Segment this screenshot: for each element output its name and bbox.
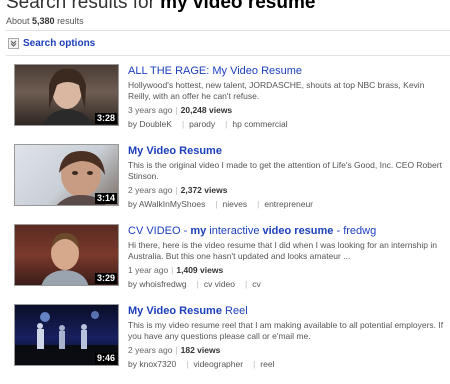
- result-info: ALL THE RAGE: My Video Resume Hollywood'…: [128, 64, 444, 130]
- title-text[interactable]: Reel: [222, 305, 248, 317]
- video-thumbnail[interactable]: 3:14: [14, 144, 119, 206]
- result-count-number: 5,380: [32, 16, 55, 26]
- title-text[interactable]: ALL THE RAGE:: [128, 65, 212, 77]
- video-thumbnail[interactable]: 3:28: [14, 64, 119, 126]
- title-match[interactable]: My Video Resume: [128, 305, 222, 317]
- result-description: This is my video resume reel that I am m…: [128, 320, 444, 341]
- result-item: 9:46 My Video Resume Reel This is my vid…: [14, 304, 444, 384]
- result-info: My Video Resume This is the original vid…: [128, 144, 444, 210]
- divider: [6, 55, 450, 56]
- result-item: 3:29 CV VIDEO - my interactive video res…: [14, 224, 444, 304]
- title-match[interactable]: My Video Resume: [212, 65, 302, 77]
- expand-icon[interactable]: [8, 38, 19, 49]
- tag-link[interactable]: parody: [189, 119, 215, 129]
- by-label: by: [128, 119, 140, 129]
- view-count: 182 views: [180, 345, 221, 355]
- video-duration: 3:14: [94, 193, 117, 204]
- result-byline: by whoisfredwg | cv video | cv: [128, 279, 261, 289]
- results-list: 3:28 ALL THE RAGE: My Video Resume Holly…: [14, 64, 444, 384]
- by-label: by: [128, 359, 140, 369]
- author-link[interactable]: DoubleK: [139, 119, 172, 129]
- result-item: 3:14 My Video Resume This is the origina…: [14, 144, 444, 224]
- result-description: Hollywood's hottest, new talent, JORDASC…: [128, 80, 425, 101]
- result-info: CV VIDEO - my interactive video resume -…: [128, 224, 444, 290]
- result-byline: by knox7320 | videographer | reel: [128, 359, 275, 369]
- video-duration: 3:28: [94, 113, 117, 124]
- result-byline: by DoubleK | parody | hp commercial: [128, 119, 288, 129]
- result-item: 3:28 ALL THE RAGE: My Video Resume Holly…: [14, 64, 444, 144]
- about-suffix: results: [54, 16, 84, 26]
- result-title-link[interactable]: My Video Resume Reel: [128, 304, 444, 318]
- result-byline: by AWalkInMyShoes | nieves | entrepreneur: [128, 199, 314, 209]
- result-title-link[interactable]: CV VIDEO - my interactive video resume -…: [128, 224, 444, 238]
- results-header: Search results for my video resume About…: [6, 0, 446, 27]
- view-count: 2,372 views: [180, 185, 228, 195]
- upload-age: 2 years ago: [128, 345, 173, 355]
- result-count: About 5,380 results: [6, 15, 446, 27]
- page-title: Search results for my video resume: [6, 0, 446, 14]
- video-duration: 3:29: [94, 273, 117, 284]
- title-text[interactable]: interactive: [206, 225, 262, 237]
- title-match[interactable]: video resume: [263, 225, 334, 237]
- author-link[interactable]: whoisfredwg: [139, 279, 186, 289]
- tag-link[interactable]: hp commercial: [232, 119, 287, 129]
- by-label: by: [128, 199, 139, 209]
- video-duration: 9:46: [94, 353, 117, 364]
- result-meta: 2 years ago | 2,372 views: [128, 185, 228, 195]
- video-thumbnail[interactable]: 9:46: [14, 304, 119, 366]
- upload-age: 2 years ago: [128, 185, 173, 195]
- result-info: My Video Resume Reel This is my video re…: [128, 304, 444, 370]
- tag-link[interactable]: cv video: [204, 279, 235, 289]
- view-count: 1,409 views: [176, 265, 224, 275]
- title-text[interactable]: CV VIDEO -: [128, 225, 190, 237]
- result-description: This is the original video I made to get…: [128, 160, 442, 181]
- tag-link[interactable]: nieves: [223, 199, 248, 209]
- result-meta: 1 year ago | 1,409 views: [128, 265, 224, 275]
- tag-link[interactable]: entrepreneur: [264, 199, 313, 209]
- upload-age: 1 year ago: [128, 265, 169, 275]
- tag-link[interactable]: videographer: [193, 359, 243, 369]
- result-meta: 3 years ago | 20,248 views: [128, 105, 233, 115]
- tag-link[interactable]: reel: [260, 359, 274, 369]
- tag-link[interactable]: cv: [252, 279, 261, 289]
- title-match[interactable]: My Video Resume: [128, 145, 222, 157]
- video-thumbnail[interactable]: 3:29: [14, 224, 119, 286]
- about-prefix: About: [6, 16, 33, 26]
- search-query: my video resume: [160, 0, 316, 13]
- result-title-link[interactable]: My Video Resume: [128, 144, 444, 158]
- title-text[interactable]: - fredwg: [333, 225, 376, 237]
- result-meta: 2 years ago | 182 views: [128, 345, 221, 355]
- title-prefix: Search results for: [6, 0, 161, 13]
- author-link[interactable]: AWalkInMyShoes: [139, 199, 205, 209]
- result-description: Hi there, here is the video resume that …: [128, 240, 438, 261]
- search-options-toggle[interactable]: Search options: [8, 38, 95, 49]
- by-label: by: [128, 279, 140, 289]
- search-options-link[interactable]: Search options: [23, 38, 95, 49]
- view-count: 20,248 views: [180, 105, 233, 115]
- divider: [6, 30, 450, 31]
- author-link[interactable]: knox7320: [139, 359, 176, 369]
- result-title-link[interactable]: ALL THE RAGE: My Video Resume: [128, 64, 444, 78]
- upload-age: 3 years ago: [128, 105, 173, 115]
- title-match[interactable]: my: [190, 225, 206, 237]
